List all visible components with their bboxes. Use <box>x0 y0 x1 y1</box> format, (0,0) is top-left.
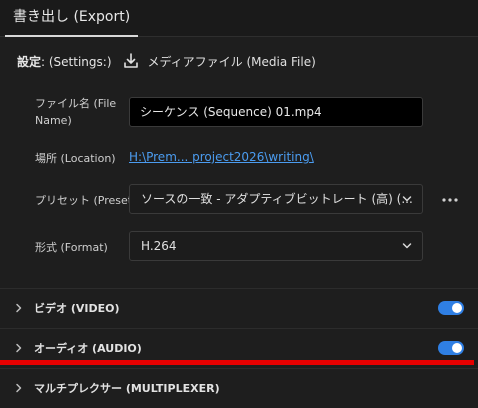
settings-header: 設定: (Settings:) メディアファイル (Media File) <box>17 50 316 72</box>
export-panel: 書き出し (Export) 設定: (Settings:) メディアファイル (… <box>0 0 478 408</box>
preset-label: プリセット (Preset) <box>35 194 137 207</box>
chevron-right-icon[interactable] <box>14 383 24 393</box>
preset-dropdown[interactable]: ソースの一致 - アダプティブビットレート (高) (... <box>129 184 423 214</box>
tab-bar: 書き出し (Export) <box>0 0 478 37</box>
toggle-knob <box>452 343 462 353</box>
location-link[interactable]: H:\Prem... project2026\writing\ <box>129 150 314 164</box>
video-toggle[interactable] <box>438 301 464 315</box>
more-options-icon[interactable] <box>439 190 461 210</box>
filename-input[interactable]: シーケンス (Sequence) 01.mp4 <box>129 97 423 127</box>
audio-toggle[interactable] <box>438 341 464 355</box>
chevron-right-icon[interactable] <box>14 343 24 353</box>
filename-label: ファイル名 (File Name) <box>35 97 117 127</box>
chevron-right-icon[interactable] <box>14 303 24 313</box>
chevron-down-icon <box>402 196 412 202</box>
download-icon[interactable] <box>122 52 140 70</box>
media-file-label: メディアファイル (Media File) <box>147 54 316 69</box>
preset-value: ソースの一致 - アダプティブビットレート (高) (... <box>141 192 413 206</box>
section-audio-label: オーディオ (AUDIO) <box>34 342 142 355</box>
section-video-label: ビデオ (VIDEO) <box>34 302 120 315</box>
highlight-underline <box>0 360 474 365</box>
location-label: 場所 (Location) <box>35 152 116 165</box>
format-value: H.264 <box>141 239 177 253</box>
section-video[interactable]: ビデオ (VIDEO) <box>0 288 478 328</box>
toggle-knob <box>452 303 462 313</box>
section-multiplexer[interactable]: マルチプレクサー (MULTIPLEXER) <box>0 368 478 408</box>
format-dropdown[interactable]: H.264 <box>129 231 423 261</box>
chevron-down-icon <box>402 243 412 249</box>
tab-export[interactable]: 書き出し (Export) <box>5 6 139 37</box>
section-multiplexer-label: マルチプレクサー (MULTIPLEXER) <box>34 382 220 395</box>
settings-label: 設定: (Settings:) <box>17 54 112 69</box>
format-label: 形式 (Format) <box>35 241 108 254</box>
